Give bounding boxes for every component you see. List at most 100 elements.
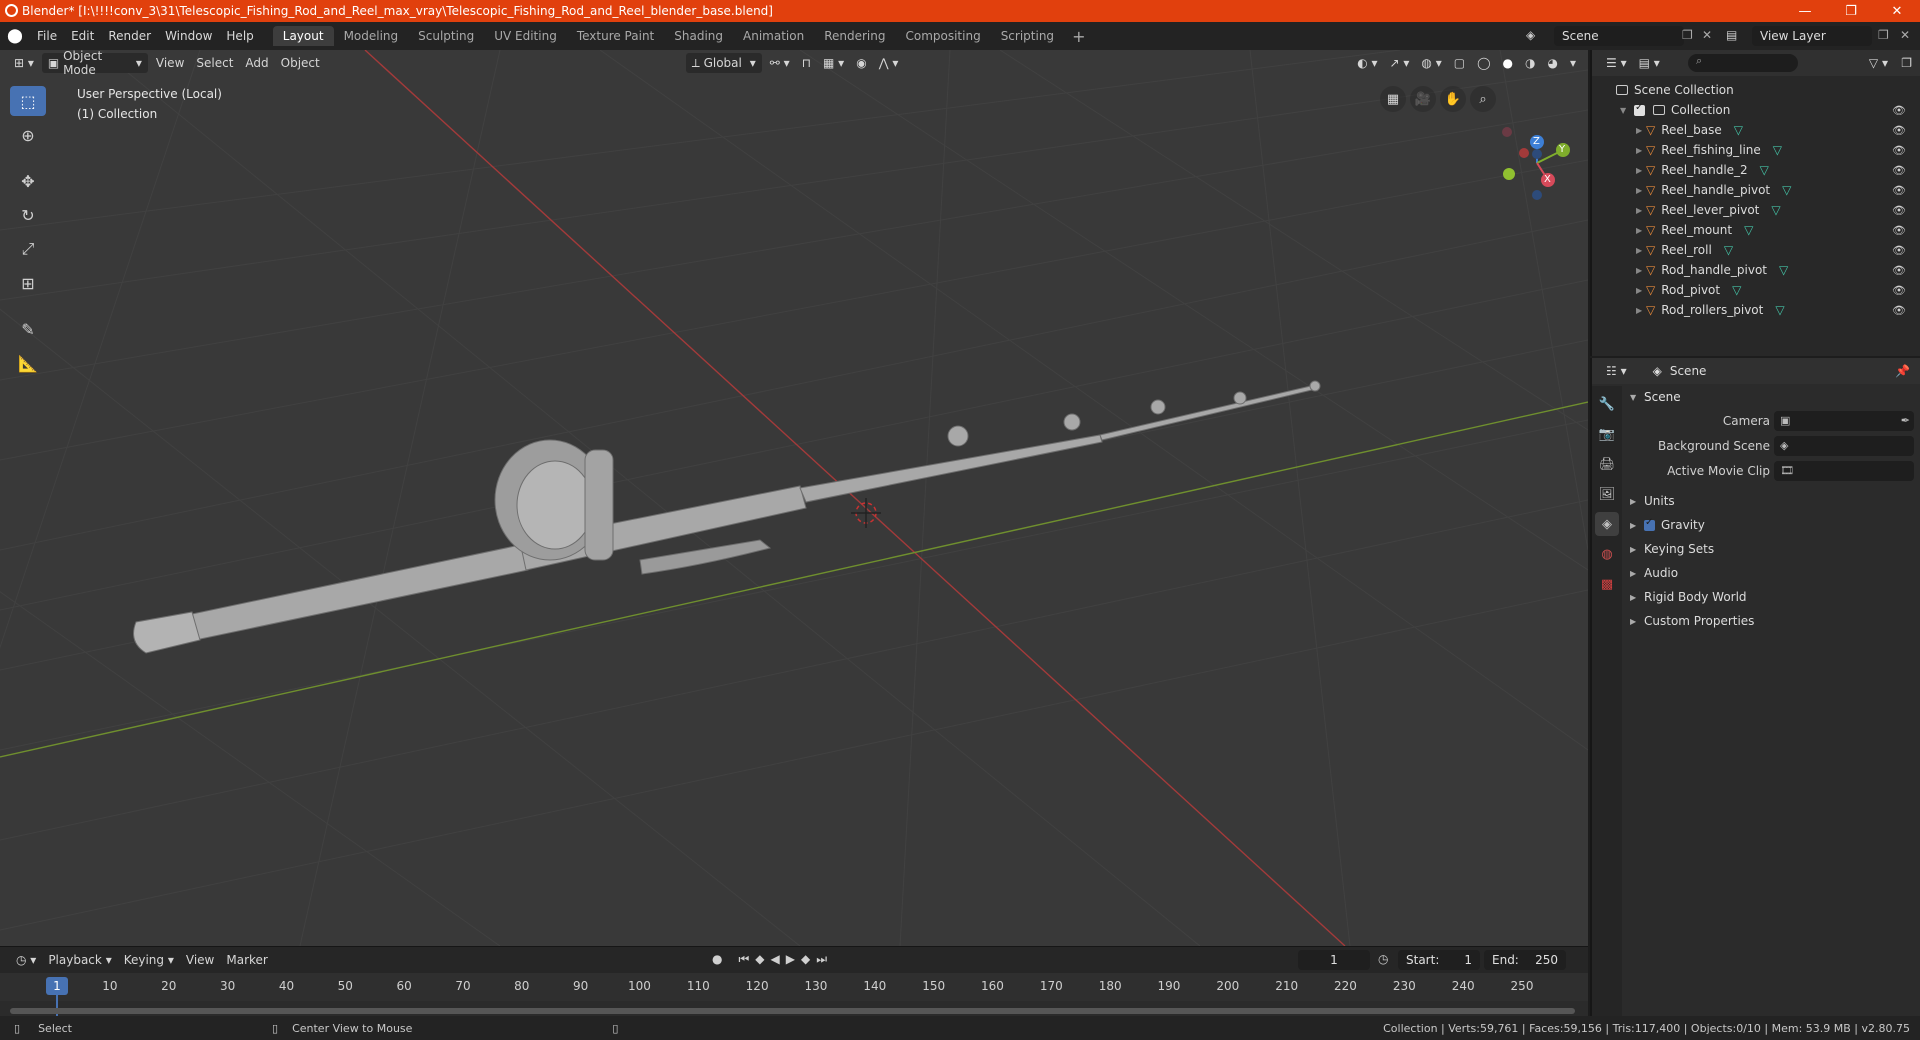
outliner-object-row[interactable]: ▶ ▽ Reel_handle_2 ▽ 👁 — [1592, 160, 1920, 180]
expand-right-icon[interactable]: ▶ — [1636, 286, 1646, 295]
camera-view-icon[interactable]: 🎥 — [1410, 86, 1436, 112]
active-movie-clip-field[interactable]: 🎞 — [1774, 460, 1914, 481]
pin-icon[interactable]: 📌 — [1895, 364, 1910, 378]
display-mode-icon[interactable]: ▤ ▾ — [1633, 53, 1666, 73]
view-layer-field[interactable]: View Layer — [1752, 26, 1872, 46]
tab-compositing[interactable]: Compositing — [895, 26, 990, 46]
mesh-data-icon[interactable]: ▽ — [1732, 283, 1741, 297]
outliner-search-input[interactable]: ⌕ — [1688, 54, 1798, 72]
tool-tab-icon[interactable]: 🔧 — [1595, 392, 1619, 416]
menu-render[interactable]: Render — [101, 22, 158, 50]
outliner-object-row[interactable]: ▶ ▽ Rod_handle_pivot ▽ 👁 — [1592, 260, 1920, 280]
expand-down-icon[interactable]: ▼ — [1620, 106, 1630, 115]
wireframe-shading-icon[interactable]: ◯ — [1471, 53, 1496, 73]
menu-keying[interactable]: Keying ▾ — [118, 950, 180, 970]
close-button[interactable]: ✕ — [1874, 0, 1920, 22]
rotate-icon[interactable]: ↻ — [10, 200, 46, 230]
scale-icon[interactable]: ⤢ — [10, 234, 46, 264]
timeline-ruler[interactable]: 1 10 20 30 40 50 60 70 80 90 100 110 120 130 140 150 160… — [0, 973, 1588, 1017]
eye-icon[interactable]: 👁 — [1892, 144, 1906, 157]
eye-icon[interactable]: 👁 — [1892, 244, 1906, 257]
expand-right-icon[interactable]: ▶ — [1636, 206, 1646, 215]
play-reverse-icon[interactable]: ◀ — [771, 952, 780, 967]
scene-collection-row[interactable]: Scene Collection — [1592, 80, 1920, 100]
pan-view-icon[interactable]: ✋ — [1440, 86, 1466, 112]
expand-right-icon[interactable]: ▶ — [1636, 126, 1646, 135]
subpanel-header[interactable]: ▶Gravity — [1624, 513, 1920, 537]
expand-right-icon[interactable]: ▶ — [1636, 306, 1646, 315]
eye-icon[interactable]: 👁 — [1892, 304, 1906, 317]
solid-shading-icon[interactable]: ● — [1497, 53, 1519, 73]
menu-marker[interactable]: Marker — [220, 950, 273, 970]
annotate-icon[interactable]: ✎ — [10, 314, 46, 344]
view-layer-icon[interactable]: ▤ — [1726, 28, 1737, 42]
subpanel-header[interactable]: ▶ Custom Properties — [1624, 609, 1920, 633]
eye-icon[interactable]: 👁 — [1892, 124, 1906, 137]
tab-scripting[interactable]: Scripting — [991, 26, 1064, 46]
mesh-data-icon[interactable]: ▽ — [1773, 143, 1782, 157]
background-scene-field[interactable]: ◈ — [1774, 435, 1914, 456]
timeline-scrollbar[interactable] — [10, 1008, 1575, 1014]
3d-viewport[interactable]: Z Y X ⊞ ▾ ▣ Object Mode ▾ View Select Add… — [0, 50, 1588, 946]
menu-object[interactable]: Object — [275, 53, 326, 73]
properties-editor-type-icon[interactable]: ☷ ▾ — [1600, 361, 1633, 381]
outliner-object-row[interactable]: ▶ ▽ Reel_lever_pivot ▽ 👁 — [1592, 200, 1920, 220]
tab-texture-paint[interactable]: Texture Paint — [567, 26, 664, 46]
menu-window[interactable]: Window — [158, 22, 219, 50]
scene-selector-icon[interactable]: ◈ — [1526, 28, 1535, 42]
eyedropper-icon[interactable]: ✒ — [1901, 414, 1910, 427]
measure-icon[interactable]: 📐 — [10, 348, 46, 378]
xray-icon[interactable]: ▢ — [1448, 53, 1471, 73]
mesh-data-icon[interactable]: ▽ — [1744, 223, 1753, 237]
end-frame-field[interactable]: End: 250 — [1484, 950, 1566, 970]
material-shading-icon[interactable]: ◑ — [1519, 53, 1541, 73]
menu-select[interactable]: Select — [190, 53, 239, 73]
camera-field[interactable]: ▣ ✒ — [1774, 410, 1914, 431]
menu-file[interactable]: File — [30, 22, 64, 50]
eye-icon[interactable]: 👁 — [1892, 184, 1906, 197]
expand-right-icon[interactable]: ▶ — [1636, 226, 1646, 235]
menu-edit[interactable]: Edit — [64, 22, 101, 50]
minimize-button[interactable]: — — [1782, 0, 1828, 22]
expand-right-icon[interactable]: ▶ — [1636, 246, 1646, 255]
tab-shading[interactable]: Shading — [664, 26, 733, 46]
outliner-object-row[interactable]: ▶ ▽ Reel_handle_pivot ▽ 👁 — [1592, 180, 1920, 200]
mesh-data-icon[interactable]: ▽ — [1775, 303, 1784, 317]
outliner-object-row[interactable]: ▶ ▽ Rod_pivot ▽ 👁 — [1592, 280, 1920, 300]
preview-range-icon[interactable]: ◷ — [1378, 952, 1388, 966]
gizmo-x-label[interactable]: X — [1544, 174, 1551, 185]
record-icon[interactable]: ● — [712, 952, 722, 967]
eye-icon[interactable]: 👁 — [1892, 284, 1906, 297]
menu-timeline-view[interactable]: View — [180, 950, 220, 970]
eye-icon[interactable]: 👁 — [1892, 104, 1906, 117]
new-view-layer-icon[interactable]: ❐ — [1878, 28, 1889, 42]
tab-uv-editing[interactable]: UV Editing — [484, 26, 567, 46]
subpanel-header[interactable]: ▶ Keying Sets — [1624, 537, 1920, 561]
collection-row[interactable]: ▼ Collection 👁 — [1592, 100, 1920, 120]
new-collection-icon[interactable]: ❐ — [1895, 53, 1918, 73]
tab-layout[interactable]: Layout — [272, 26, 334, 46]
move-icon[interactable]: ✥ — [10, 166, 46, 196]
transform-orientation-selector[interactable]: ⟂ Global ▾ — [685, 53, 762, 73]
mesh-data-icon[interactable]: ▽ — [1724, 243, 1733, 257]
subpanel-header[interactable]: ▶ Units — [1624, 489, 1920, 513]
eye-icon[interactable]: 👁 — [1892, 204, 1906, 217]
start-frame-field[interactable]: Start: 1 — [1398, 950, 1480, 970]
overlay-toggle-icon[interactable]: ◍ ▾ — [1415, 53, 1447, 73]
menu-playback[interactable]: Playback ▾ — [42, 950, 117, 970]
scene-tab-icon[interactable]: ◈ — [1595, 512, 1619, 536]
render-tab-icon[interactable]: 📷 — [1595, 422, 1619, 446]
mode-selector[interactable]: ▣ Object Mode ▾ — [41, 50, 148, 77]
outliner-editor-type-icon[interactable]: ☰ ▾ — [1600, 53, 1633, 73]
outliner-object-row[interactable]: ▶ ▽ Reel_mount ▽ 👁 — [1592, 220, 1920, 240]
subpanel-header[interactable]: ▶ Audio — [1624, 561, 1920, 585]
eye-icon[interactable]: 👁 — [1892, 164, 1906, 177]
timeline-editor-type-icon[interactable]: ◷ ▾ — [10, 950, 42, 970]
add-workspace-button[interactable]: + — [1064, 27, 1093, 46]
filter-icon[interactable]: ▽ ▾ — [1863, 53, 1894, 73]
tab-rendering[interactable]: Rendering — [814, 26, 895, 46]
view-layer-tab-icon[interactable]: 🖼 — [1595, 482, 1619, 506]
jump-end-icon[interactable]: ⏭ — [816, 952, 827, 967]
gizmo-z-label[interactable]: Z — [1533, 136, 1540, 147]
pivot-point-icon[interactable]: ⚯ ▾ — [764, 53, 796, 73]
